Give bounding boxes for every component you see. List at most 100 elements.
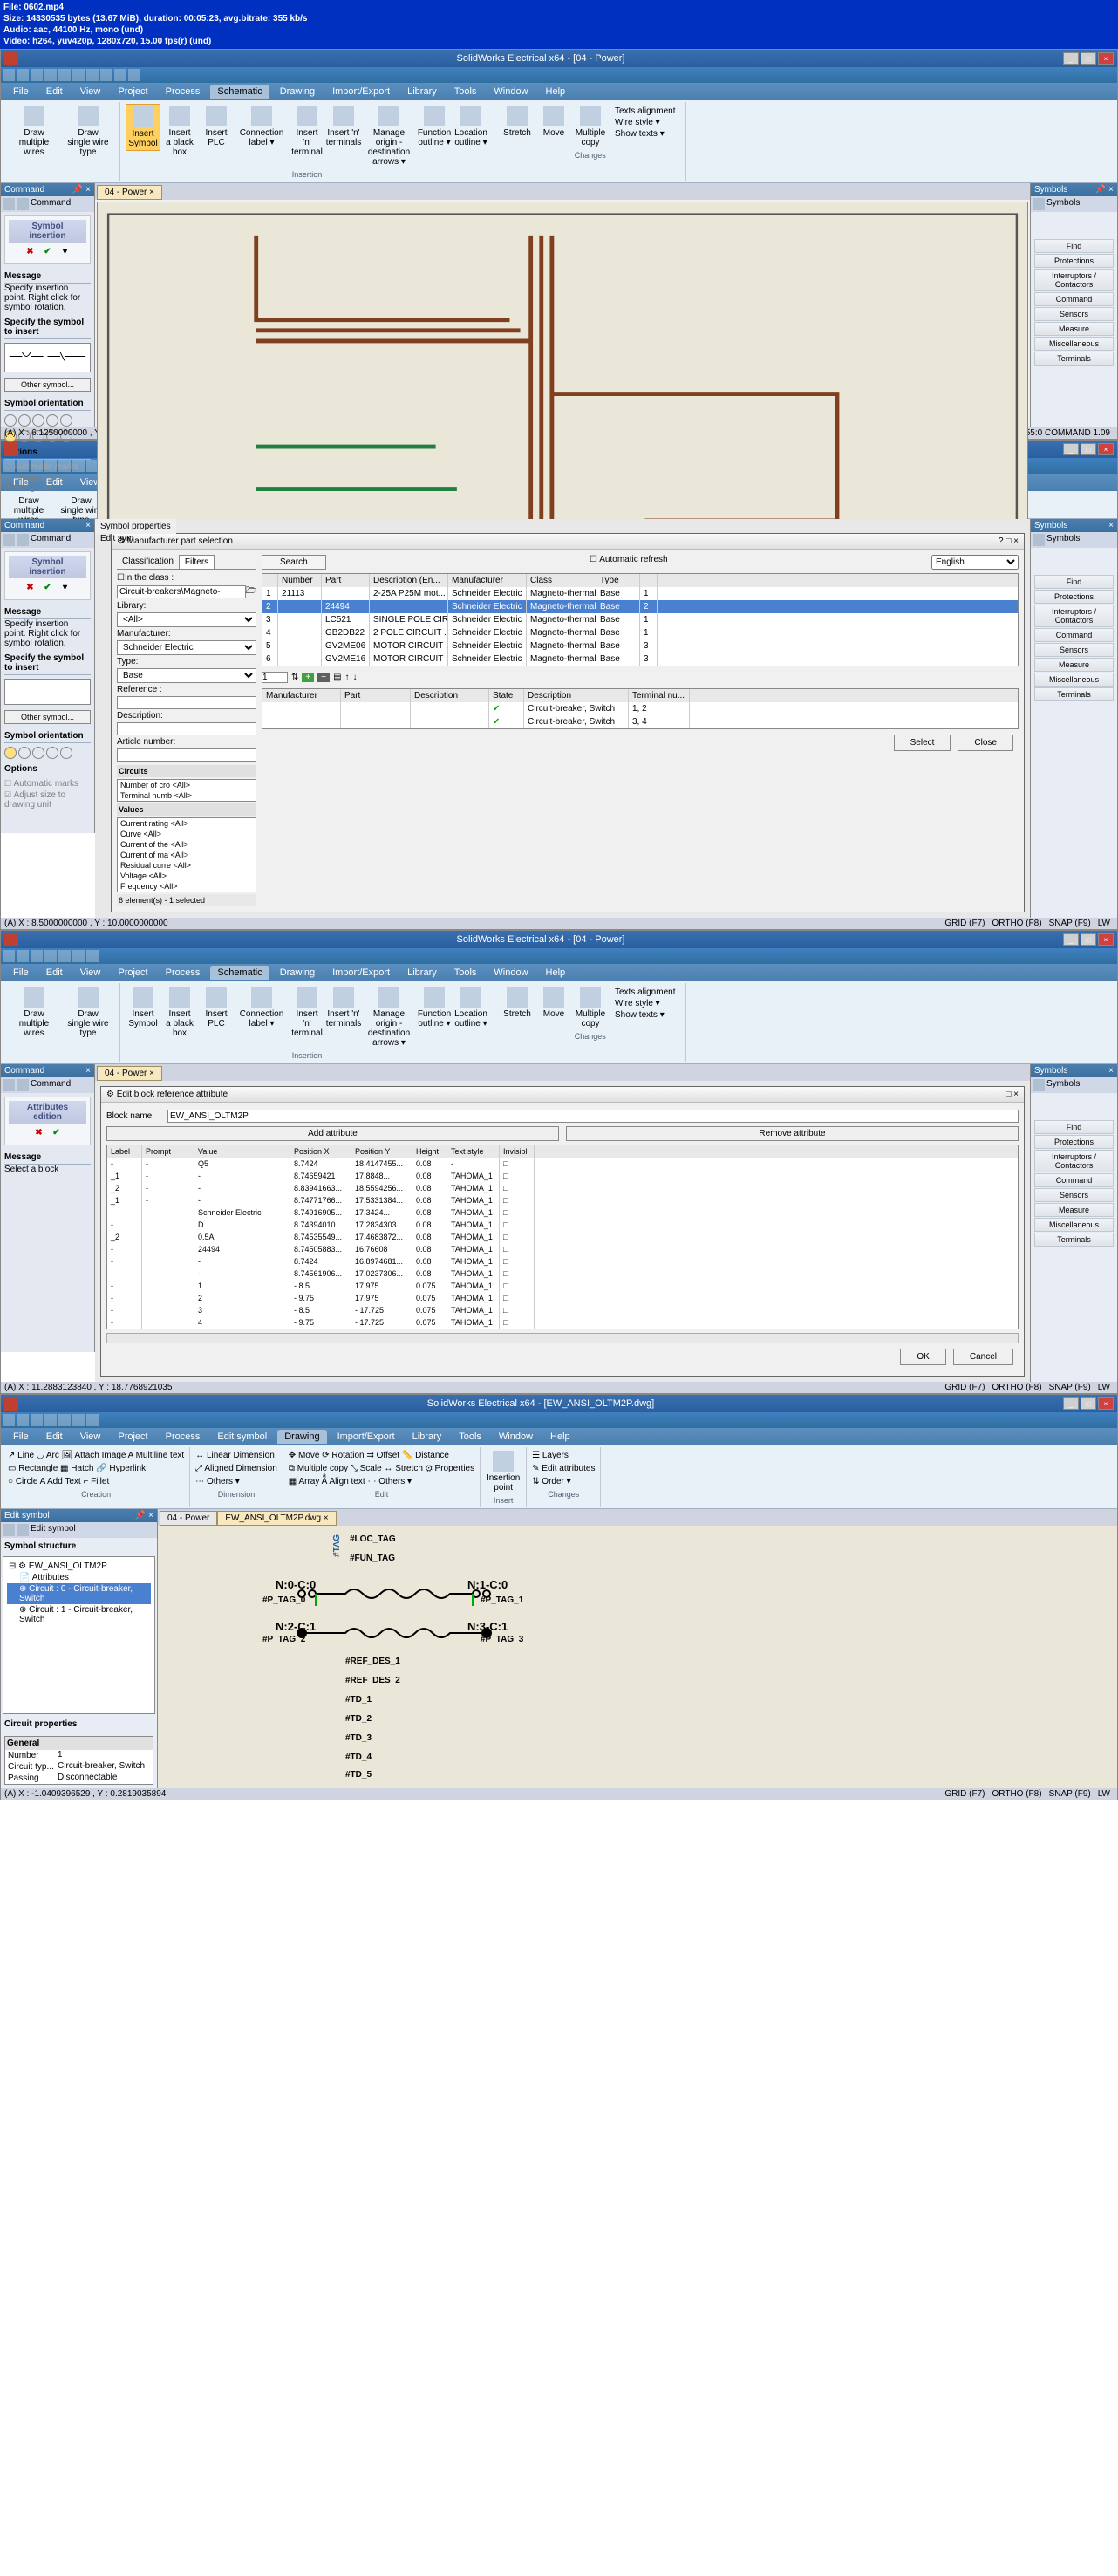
array-tool[interactable]: ▦ Array [289, 1477, 320, 1486]
order-tool[interactable]: ⇅ Order ▾ [532, 1475, 595, 1488]
dim-others-tool[interactable]: ⋯ Others ▾ [195, 1475, 277, 1488]
circuit-props-grid[interactable]: General Number1 Circuit typ...Circuit-br… [4, 1736, 153, 1785]
menu-tools[interactable]: Tools [447, 85, 484, 99]
down-arrow-icon[interactable]: ↓ [353, 673, 358, 682]
attribute-grid[interactable]: LabelPromptValuePosition XPosition YHeig… [106, 1145, 1019, 1329]
symbol-category[interactable]: Miscellaneous [1034, 337, 1114, 351]
tab-dwg[interactable]: EW_ANSI_OLTM2P.dwg × [217, 1511, 336, 1526]
menu-importexport[interactable]: Import/Export [325, 966, 397, 980]
orient-90[interactable] [18, 414, 31, 427]
attribute-row[interactable]: -2- 9.7517.9750.075TAHOMA_1□ [107, 1292, 1018, 1304]
spinner-icon[interactable]: ⇅ [291, 673, 298, 682]
symbol-preview[interactable] [4, 343, 91, 372]
parts-row[interactable]: 224494Schneider ElectricMagneto-thermalB… [262, 600, 1018, 613]
symbol-category[interactable]: Miscellaneous [1034, 1218, 1114, 1232]
menu-drawing[interactable]: Drawing [273, 85, 322, 99]
ok-button[interactable]: OK [900, 1349, 945, 1365]
attach-image-tool[interactable]: 🖼 Attach Image [62, 1451, 126, 1460]
insert-n-terminal-button[interactable]: Insert 'n' terminal [290, 104, 324, 159]
multiline-text-tool[interactable]: A Multiline text [128, 1451, 184, 1460]
remove-attribute-button[interactable]: Remove attribute [566, 1126, 1019, 1141]
distance-tool[interactable]: 📏 Distance [402, 1451, 449, 1460]
rectangle-tool[interactable]: ▭ Rectangle [8, 1464, 58, 1473]
menu-project[interactable]: Project [111, 85, 154, 99]
draw-single-wire-button[interactable]: Draw single wire type [62, 104, 114, 159]
properties-tool[interactable]: ⚙ Properties [426, 1464, 474, 1473]
orient-270[interactable] [46, 414, 58, 427]
multiple-copy-button[interactable]: Multiple copy [573, 104, 608, 149]
parts-row[interactable]: 5GV2ME06MOTOR CIRCUIT ...Schneider Elect… [262, 639, 1018, 653]
library-select[interactable]: <All> [117, 612, 256, 627]
menu-importexport[interactable]: Import/Export [331, 1430, 402, 1444]
add-icon[interactable]: + [302, 673, 314, 682]
block-name-input[interactable] [167, 1110, 1019, 1123]
symbol-category[interactable]: Protections [1034, 590, 1114, 604]
selected-parts-grid[interactable]: ManufacturerPartDescriptionStateDescript… [262, 688, 1019, 729]
menu-window[interactable]: Window [492, 1430, 540, 1444]
dialog-max-icon[interactable]: □ [1006, 536, 1011, 546]
symbol-category[interactable]: Terminals [1034, 352, 1114, 366]
symbol-category[interactable]: Measure [1034, 322, 1114, 336]
symbol-category[interactable]: Command [1034, 628, 1114, 642]
menu-help[interactable]: Help [543, 1430, 577, 1444]
layers-tool[interactable]: ☰ Layers [532, 1449, 595, 1462]
offset-tool[interactable]: ⇉ Offset [366, 1451, 399, 1460]
description-input[interactable] [117, 722, 256, 735]
menu-editsymbol[interactable]: Edit symbol [210, 1430, 274, 1444]
symbol-category[interactable]: Terminals [1034, 687, 1114, 701]
move-button[interactable]: Move [536, 104, 571, 140]
menu-window[interactable]: Window [487, 966, 535, 980]
menu-tools[interactable]: Tools [452, 1430, 488, 1444]
menu-edit[interactable]: Edit [39, 1430, 70, 1444]
symbol-category[interactable]: Find [1034, 1120, 1114, 1134]
auto-refresh-checkbox[interactable]: ☐ [590, 555, 599, 564]
circle-tool[interactable]: ○ Circle [8, 1477, 37, 1486]
list-icon[interactable]: ▤ [333, 673, 341, 682]
symbol-category[interactable]: Interruptors / Contactors [1034, 605, 1114, 627]
class-input[interactable] [117, 585, 246, 598]
remove-icon[interactable]: − [317, 673, 330, 682]
symbol-tree[interactable]: ⊟ ⚙ EW_ANSI_OLTM2P 📄 Attributes ⊕ Circui… [3, 1556, 155, 1714]
symbols-close-icon[interactable]: 📌 × [1095, 185, 1114, 195]
doc-tab-power[interactable]: 04 - Power × [97, 185, 162, 200]
symbol-category[interactable]: Interruptors / Contactors [1034, 269, 1114, 291]
menu-edit[interactable]: Edit [39, 85, 70, 99]
connection-label-button[interactable]: Connection label ▾ [235, 104, 288, 149]
symbol-category[interactable]: Terminals [1034, 1233, 1114, 1247]
multicopy-tool[interactable]: ⧉ Multiple copy [289, 1464, 348, 1473]
wire-style-button[interactable]: Wire style ▾ [613, 117, 677, 128]
menu-process[interactable]: Process [159, 966, 208, 980]
type-select[interactable]: Base [117, 668, 256, 683]
parts-row[interactable]: 6GV2ME16MOTOR CIRCUIT ...Schneider Elect… [262, 653, 1018, 666]
quick-access-toolbar[interactable] [1, 67, 1117, 83]
dropdown-icon[interactable]: ▾ [58, 244, 72, 258]
insert-symbol-button[interactable]: Insert Symbol [126, 104, 160, 151]
attribute-row[interactable]: -D8.74394010...17.2834303...0.08TAHOMA_1… [107, 1219, 1018, 1231]
location-outline-button[interactable]: Location outline ▾ [453, 104, 488, 149]
attribute-row[interactable]: --Q58.742418.4147455...0.08-□ [107, 1158, 1018, 1170]
hyperlink-tool[interactable]: 🔗 Hyperlink [96, 1464, 146, 1473]
hatch-tool[interactable]: ▦ Hatch [60, 1464, 93, 1473]
menu-drawing[interactable]: Drawing [273, 966, 322, 980]
attribute-row[interactable]: _2--8.83941663...18.5594256...0.08TAHOMA… [107, 1182, 1018, 1194]
language-select[interactable]: English [931, 555, 1019, 570]
menu-drawing[interactable]: Drawing [277, 1430, 326, 1444]
menu-library[interactable]: Library [400, 85, 444, 99]
orient-180[interactable] [32, 414, 44, 427]
horizontal-scrollbar[interactable] [106, 1333, 1019, 1343]
reference-input[interactable] [117, 696, 256, 709]
menu-project[interactable]: Project [111, 966, 154, 980]
cancel-button[interactable]: Cancel [953, 1349, 1013, 1365]
menu-library[interactable]: Library [406, 1430, 449, 1444]
attribute-row[interactable]: _1--8.7465942117.8848...0.08TAHOMA_1□ [107, 1170, 1018, 1182]
parts-row[interactable]: 1211132-25A P25M mot...Schneider Electri… [262, 587, 1018, 600]
up-arrow-icon[interactable]: ↑ [345, 673, 350, 682]
parts-row[interactable]: 4GB2DB222 POLE CIRCUIT ...Schneider Elec… [262, 626, 1018, 639]
menu-bar[interactable]: File Edit View Project Process Schematic… [1, 83, 1117, 100]
attribute-row[interactable]: --8.74561906...17.0237306...0.08TAHOMA_1… [107, 1268, 1018, 1280]
menu-file[interactable]: File [6, 85, 36, 99]
insert-plc-button[interactable]: Insert PLC [199, 104, 234, 149]
title-bar[interactable]: SolidWorks Electrical x64 - [04 - Power]… [1, 50, 1117, 67]
linear-dim-tool[interactable]: ↔ Linear Dimension [195, 1449, 277, 1462]
menu-file[interactable]: File [6, 966, 36, 980]
